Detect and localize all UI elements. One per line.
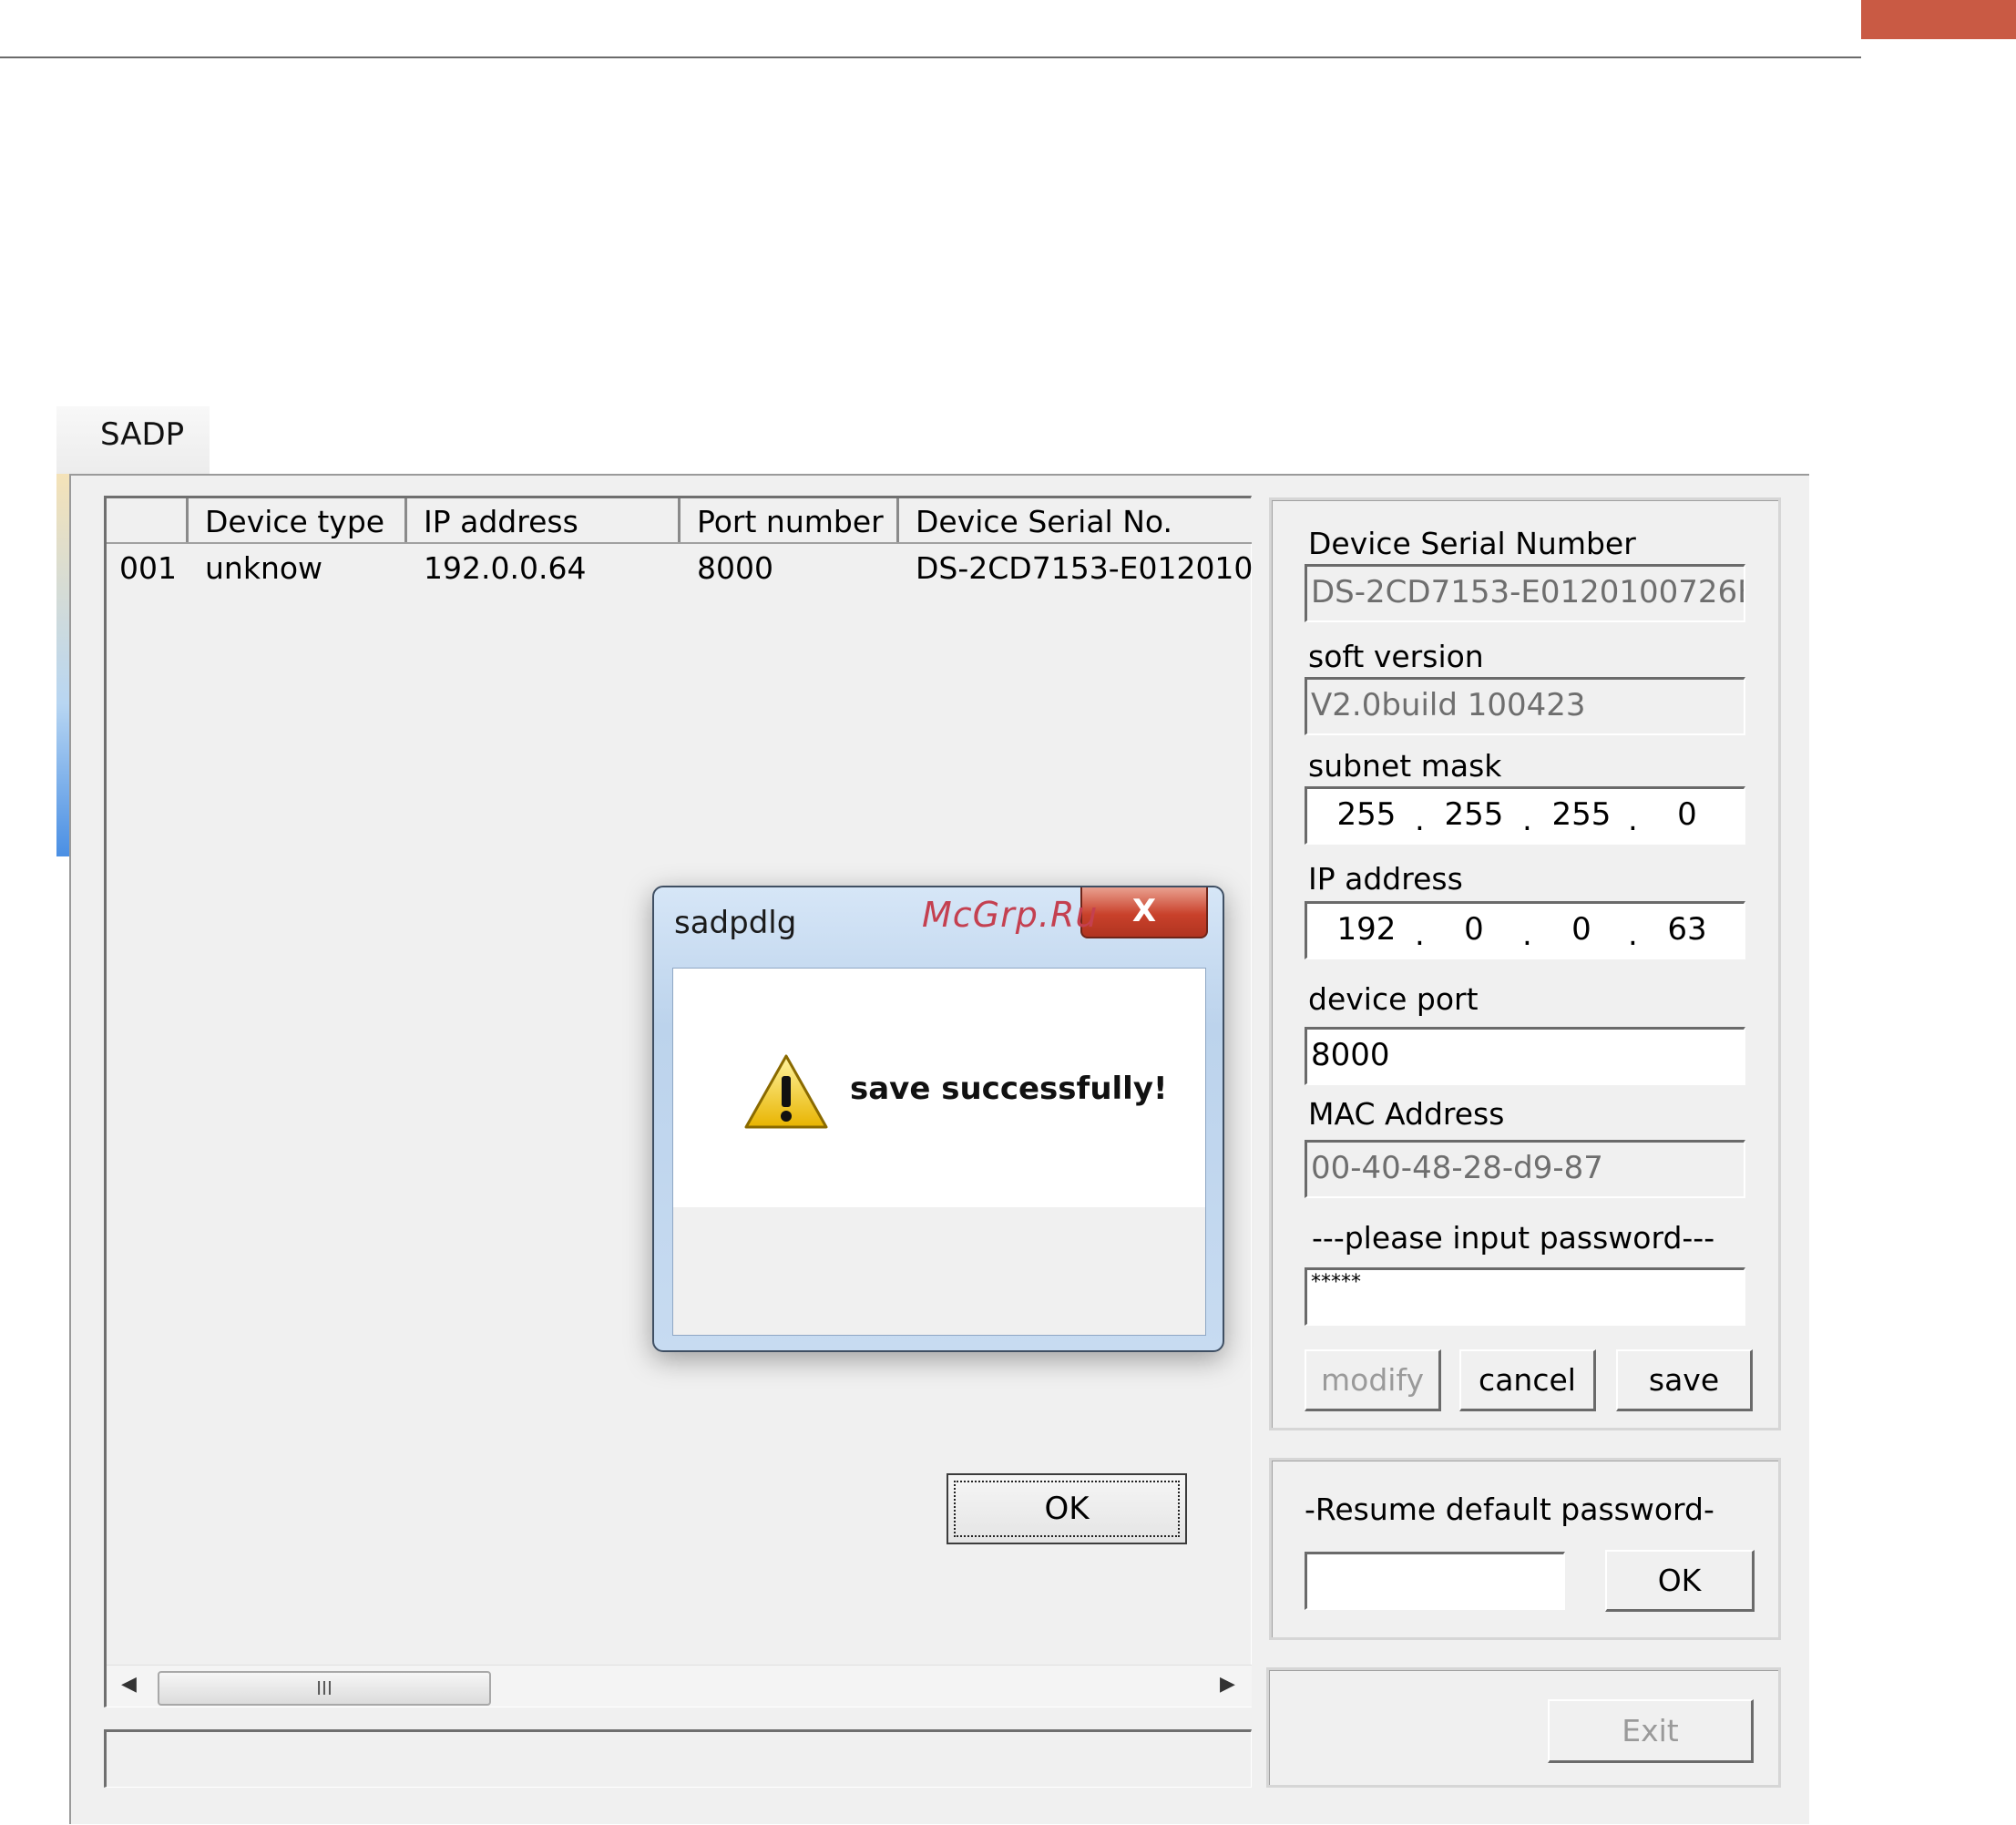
ip-octet-2[interactable]: 0 — [1442, 904, 1506, 955]
column-header-ip-address[interactable]: IP address — [407, 498, 681, 542]
exit-group: Exit — [1266, 1667, 1781, 1788]
subnet-octet-3[interactable]: 255 — [1550, 789, 1613, 840]
column-header-index[interactable] — [107, 498, 189, 542]
scroll-thumb[interactable]: III — [158, 1671, 491, 1706]
device-port-label: device port — [1308, 981, 1479, 1017]
mac-address-label: MAC Address — [1308, 1096, 1505, 1132]
subnet-octet-4[interactable]: 0 — [1655, 789, 1719, 840]
ip-octet-3[interactable]: 0 — [1550, 904, 1613, 955]
octet-separator: . — [1415, 802, 1425, 838]
list-header: Device type IP address Port number Devic… — [107, 498, 1252, 544]
message-dialog: sadpdlg X McGrp.Ru save successfully! OK — [652, 886, 1224, 1544]
row-port-number: 8000 — [697, 550, 773, 586]
warning-icon — [744, 1054, 828, 1129]
scroll-left-arrow-icon[interactable]: ◀ — [121, 1673, 137, 1696]
resume-password-field[interactable] — [1305, 1552, 1565, 1610]
dialog-footer: OK — [673, 1207, 1205, 1544]
ip-address-input[interactable]: 192 . 0 . 0 . 63 — [1305, 901, 1745, 959]
close-icon[interactable]: X — [1080, 887, 1208, 938]
octet-separator: . — [1522, 917, 1532, 953]
subnet-mask-input[interactable]: 255 . 255 . 255 . 0 — [1305, 786, 1745, 845]
resume-password-label: -Resume default password- — [1305, 1492, 1714, 1527]
ip-address-label: IP address — [1308, 861, 1463, 897]
octet-separator: . — [1522, 802, 1532, 838]
column-header-port-number[interactable]: Port number — [681, 498, 899, 542]
dialog-content: save successfully! OK — [672, 968, 1206, 1544]
row-device-type: unknow — [205, 550, 323, 586]
dialog-ok-label: OK — [1044, 1491, 1090, 1527]
subnet-octet-2[interactable]: 255 — [1442, 789, 1506, 840]
subnet-octet-1[interactable]: 255 — [1335, 789, 1398, 840]
scroll-thumb-grip: III — [316, 1677, 333, 1699]
save-button[interactable]: save — [1616, 1349, 1753, 1411]
soft-version-label: soft version — [1308, 639, 1484, 674]
serial-number-field: DS-2CD7153-E0120100726BBR — [1305, 564, 1745, 622]
page-top-rule — [0, 56, 1861, 58]
page-corner-accent — [1861, 0, 2016, 39]
dialog-ok-button[interactable]: OK — [947, 1473, 1187, 1544]
mac-address-field: 00-40-48-28-d9-87 — [1305, 1140, 1745, 1198]
device-settings-group: Device Serial Number DS-2CD7153-E0120100… — [1269, 497, 1781, 1430]
window-title: SADP — [100, 416, 185, 453]
column-header-device-type[interactable]: Device type — [189, 498, 407, 542]
scroll-right-arrow-icon[interactable]: ▶ — [1220, 1673, 1235, 1696]
subnet-mask-label: subnet mask — [1308, 748, 1502, 784]
password-field[interactable]: ***** — [1305, 1267, 1745, 1326]
password-label: ---please input password--- — [1312, 1220, 1715, 1256]
ip-octet-1[interactable]: 192 — [1335, 904, 1398, 955]
exit-button[interactable]: Exit — [1548, 1699, 1754, 1763]
ip-octet-4[interactable]: 63 — [1655, 904, 1719, 955]
resume-password-group: -Resume default password- OK — [1269, 1458, 1781, 1640]
serial-number-label: Device Serial Number — [1308, 526, 1636, 561]
column-header-serial-no[interactable]: Device Serial No. — [899, 498, 1252, 542]
cancel-button[interactable]: cancel — [1459, 1349, 1596, 1411]
row-ip-address: 192.0.0.64 — [424, 550, 587, 586]
status-bar — [104, 1729, 1252, 1788]
dialog-message: save successfully! — [850, 1071, 1168, 1107]
resume-ok-button[interactable]: OK — [1605, 1550, 1755, 1612]
octet-separator: . — [1628, 802, 1638, 838]
octet-separator: . — [1628, 917, 1638, 953]
octet-separator: . — [1415, 917, 1425, 953]
row-serial-no: DS-2CD7153-E01201007 — [916, 550, 1252, 586]
horizontal-scrollbar[interactable]: ◀ III ▶ — [107, 1665, 1252, 1707]
soft-version-field: V2.0build 100423 — [1305, 677, 1745, 735]
window-edge-glow — [56, 474, 69, 856]
device-port-field[interactable]: 8000 — [1305, 1027, 1745, 1085]
watermark-text: McGrp.Ru — [922, 895, 1099, 935]
modify-button[interactable]: modify — [1305, 1349, 1441, 1411]
row-index: 001 — [119, 550, 177, 586]
dialog-title: sadpdlg — [674, 905, 797, 941]
